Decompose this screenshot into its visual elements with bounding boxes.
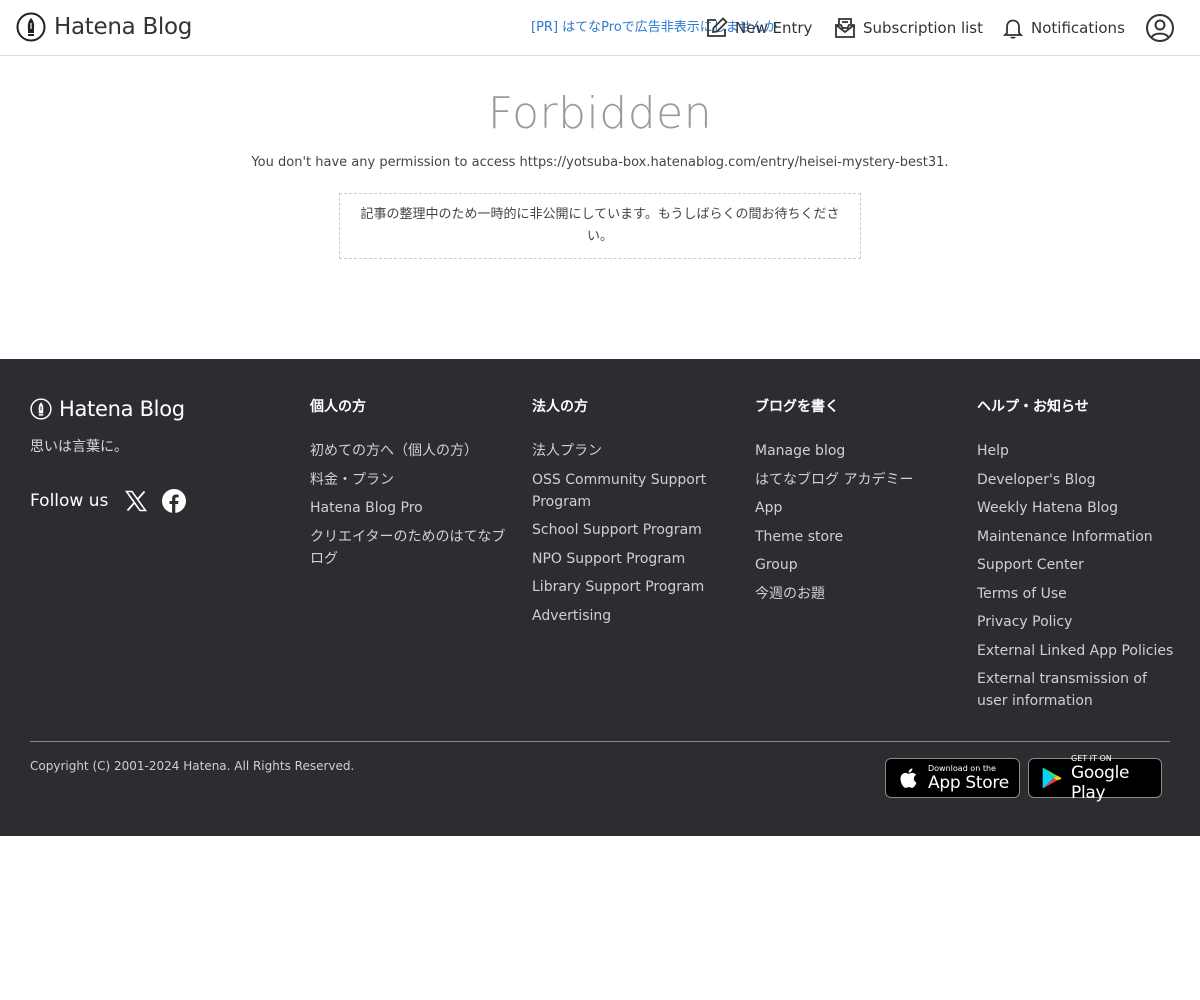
column-heading: ヘルプ・お知らせ — [977, 399, 1089, 415]
footer-link: クリエイターのためのはてなブログ — [310, 526, 510, 570]
footer-link-terms[interactable]: Terms of Use — [977, 586, 1067, 602]
footer-link-privacy[interactable]: Privacy Policy — [977, 614, 1072, 630]
footer-link-weekly-hatena[interactable]: Weekly Hatena Blog — [977, 500, 1118, 516]
footer-link-app[interactable]: App — [755, 500, 782, 516]
footer-link: School Support Program — [532, 519, 732, 541]
footer-link-blog-pro[interactable]: Hatena Blog Pro — [310, 500, 423, 516]
footer-link-support-center[interactable]: Support Center — [977, 557, 1084, 573]
footer-link-help[interactable]: Help — [977, 443, 1009, 459]
footer-link: はてなブログ アカデミー — [755, 469, 955, 491]
footer-link: 料金・プラン — [310, 469, 510, 491]
hatena-pen-icon — [30, 398, 52, 420]
footer-link: Weekly Hatena Blog — [977, 497, 1177, 519]
footer-column-write: ブログを書く Manage blog はてなブログ アカデミー App Them… — [755, 397, 955, 611]
footer-link: 今週のお題 — [755, 583, 955, 605]
footer-link: Developer's Blog — [977, 469, 1177, 491]
footer-link-school-support[interactable]: School Support Program — [532, 522, 702, 538]
column-heading: 個人の方 — [310, 399, 366, 415]
footer-column-business: 法人の方 法人プラン OSS Community Support Program… — [532, 397, 732, 633]
copyright: Copyright (C) 2001-2024 Hatena. All Righ… — [30, 759, 355, 773]
footer-link-oss-support[interactable]: OSS Community Support Program — [532, 472, 706, 510]
footer-hatena-blog-logo[interactable]: Hatena Blog — [30, 397, 185, 421]
site-footer: Hatena Blog 思いは言葉に。 Follow us 個人の方 初めての方… — [0, 359, 1200, 836]
footer-link-theme-store[interactable]: Theme store — [755, 529, 843, 545]
tagline: 思いは言葉に。 — [30, 439, 128, 455]
app-store-big-text: App Store — [928, 772, 1009, 793]
apple-icon — [900, 768, 917, 788]
notifications-label: Notifications — [1031, 19, 1125, 37]
hatena-pen-icon — [16, 12, 46, 42]
footer-link-developers-blog[interactable]: Developer's Blog — [977, 472, 1096, 488]
footer-link-npo-support[interactable]: NPO Support Program — [532, 551, 685, 567]
new-entry-label: New Entry — [735, 19, 813, 37]
footer-link-academy[interactable]: はてなブログ アカデミー — [755, 472, 913, 488]
facebook-icon[interactable] — [162, 489, 187, 513]
column-heading: ブログを書く — [755, 399, 839, 415]
footer-link: External Linked App Policies — [977, 640, 1177, 662]
google-play-icon — [1042, 767, 1062, 789]
unpublished-notice: 記事の整理中のため一時的に非公開にしています。もうしばらくの間お待ちください。 — [339, 193, 861, 259]
user-account-icon[interactable] — [1145, 13, 1175, 43]
follow-us-label: Follow us — [30, 491, 109, 511]
footer-column-personal: 個人の方 初めての方へ（個人の方） 料金・プラン Hatena Blog Pro… — [310, 397, 510, 576]
footer-link: Advertising — [532, 605, 732, 627]
footer-link: 初めての方へ（個人の方） — [310, 440, 510, 462]
footer-link: NPO Support Program — [532, 548, 732, 570]
footer-link: 法人プラン — [532, 440, 732, 462]
footer-link-manage-blog[interactable]: Manage blog — [755, 443, 845, 459]
footer-link: Group — [755, 554, 955, 576]
footer-link-app-policies[interactable]: External Linked App Policies — [977, 643, 1173, 659]
page-title: Forbidden — [487, 88, 713, 139]
footer-link: Manage blog — [755, 440, 955, 462]
subscription-list-label: Subscription list — [863, 19, 983, 37]
footer-divider — [30, 741, 1170, 742]
footer-link-first-time[interactable]: 初めての方へ（個人の方） — [310, 443, 478, 459]
logo-text: Hatena Blog — [54, 14, 193, 40]
edit-icon — [707, 17, 728, 37]
x-icon[interactable] — [124, 489, 148, 513]
footer-link: OSS Community Support Program — [532, 469, 732, 513]
footer-link: Privacy Policy — [977, 611, 1177, 633]
follow-us: Follow us — [30, 489, 200, 513]
footer-link: Support Center — [977, 554, 1177, 576]
google-play-small-text: GET IT ON — [1071, 753, 1112, 763]
bell-icon — [1002, 19, 1024, 39]
footer-link-group[interactable]: Group — [755, 557, 798, 573]
footer-link-library-support[interactable]: Library Support Program — [532, 579, 704, 595]
notifications-button[interactable]: Notifications — [1001, 14, 1125, 42]
column-heading: 法人の方 — [532, 399, 588, 415]
app-store-badge[interactable]: Download on the App Store — [885, 758, 1020, 798]
subscription-list-button[interactable]: Subscription list — [833, 14, 983, 42]
hatena-blog-logo[interactable]: Hatena Blog — [16, 12, 192, 42]
new-entry-button[interactable]: New Entry — [705, 14, 812, 42]
footer-link-pricing[interactable]: 料金・プラン — [310, 472, 394, 488]
footer-link: Maintenance Information — [977, 526, 1177, 548]
footer-link: External transmission of user informatio… — [977, 668, 1177, 712]
footer-link-maintenance[interactable]: Maintenance Information — [977, 529, 1153, 545]
site-header: Hatena Blog [PR] はてなProで広告非表示にしませんか New … — [0, 0, 1200, 56]
footer-column-help: ヘルプ・お知らせ Help Developer's Blog Weekly Ha… — [977, 397, 1177, 719]
google-play-big-text: Google Play — [1071, 762, 1130, 803]
footer-logo-text: Hatena Blog — [59, 397, 185, 421]
footer-link-external-transmission[interactable]: External transmission of user informatio… — [977, 671, 1147, 709]
footer-link: Library Support Program — [532, 576, 732, 598]
google-play-badge[interactable]: GET IT ON Google Play — [1028, 754, 1162, 803]
footer-link: Help — [977, 440, 1177, 462]
footer-link: App — [755, 497, 955, 519]
footer-link-advertising[interactable]: Advertising — [532, 608, 611, 624]
permission-message: You don't have any permission to access … — [251, 155, 949, 170]
footer-link: Terms of Use — [977, 583, 1177, 605]
footer-link-creators[interactable]: クリエイターのためのはてなブログ — [310, 529, 505, 567]
subscription-inbox-icon — [835, 18, 855, 38]
footer-link-business-plan[interactable]: 法人プラン — [532, 443, 602, 459]
footer-link: Theme store — [755, 526, 955, 548]
footer-link-weekly-topic[interactable]: 今週のお題 — [755, 586, 825, 602]
app-store-small-text: Download on the — [928, 763, 996, 773]
footer-link: Hatena Blog Pro — [310, 497, 510, 519]
